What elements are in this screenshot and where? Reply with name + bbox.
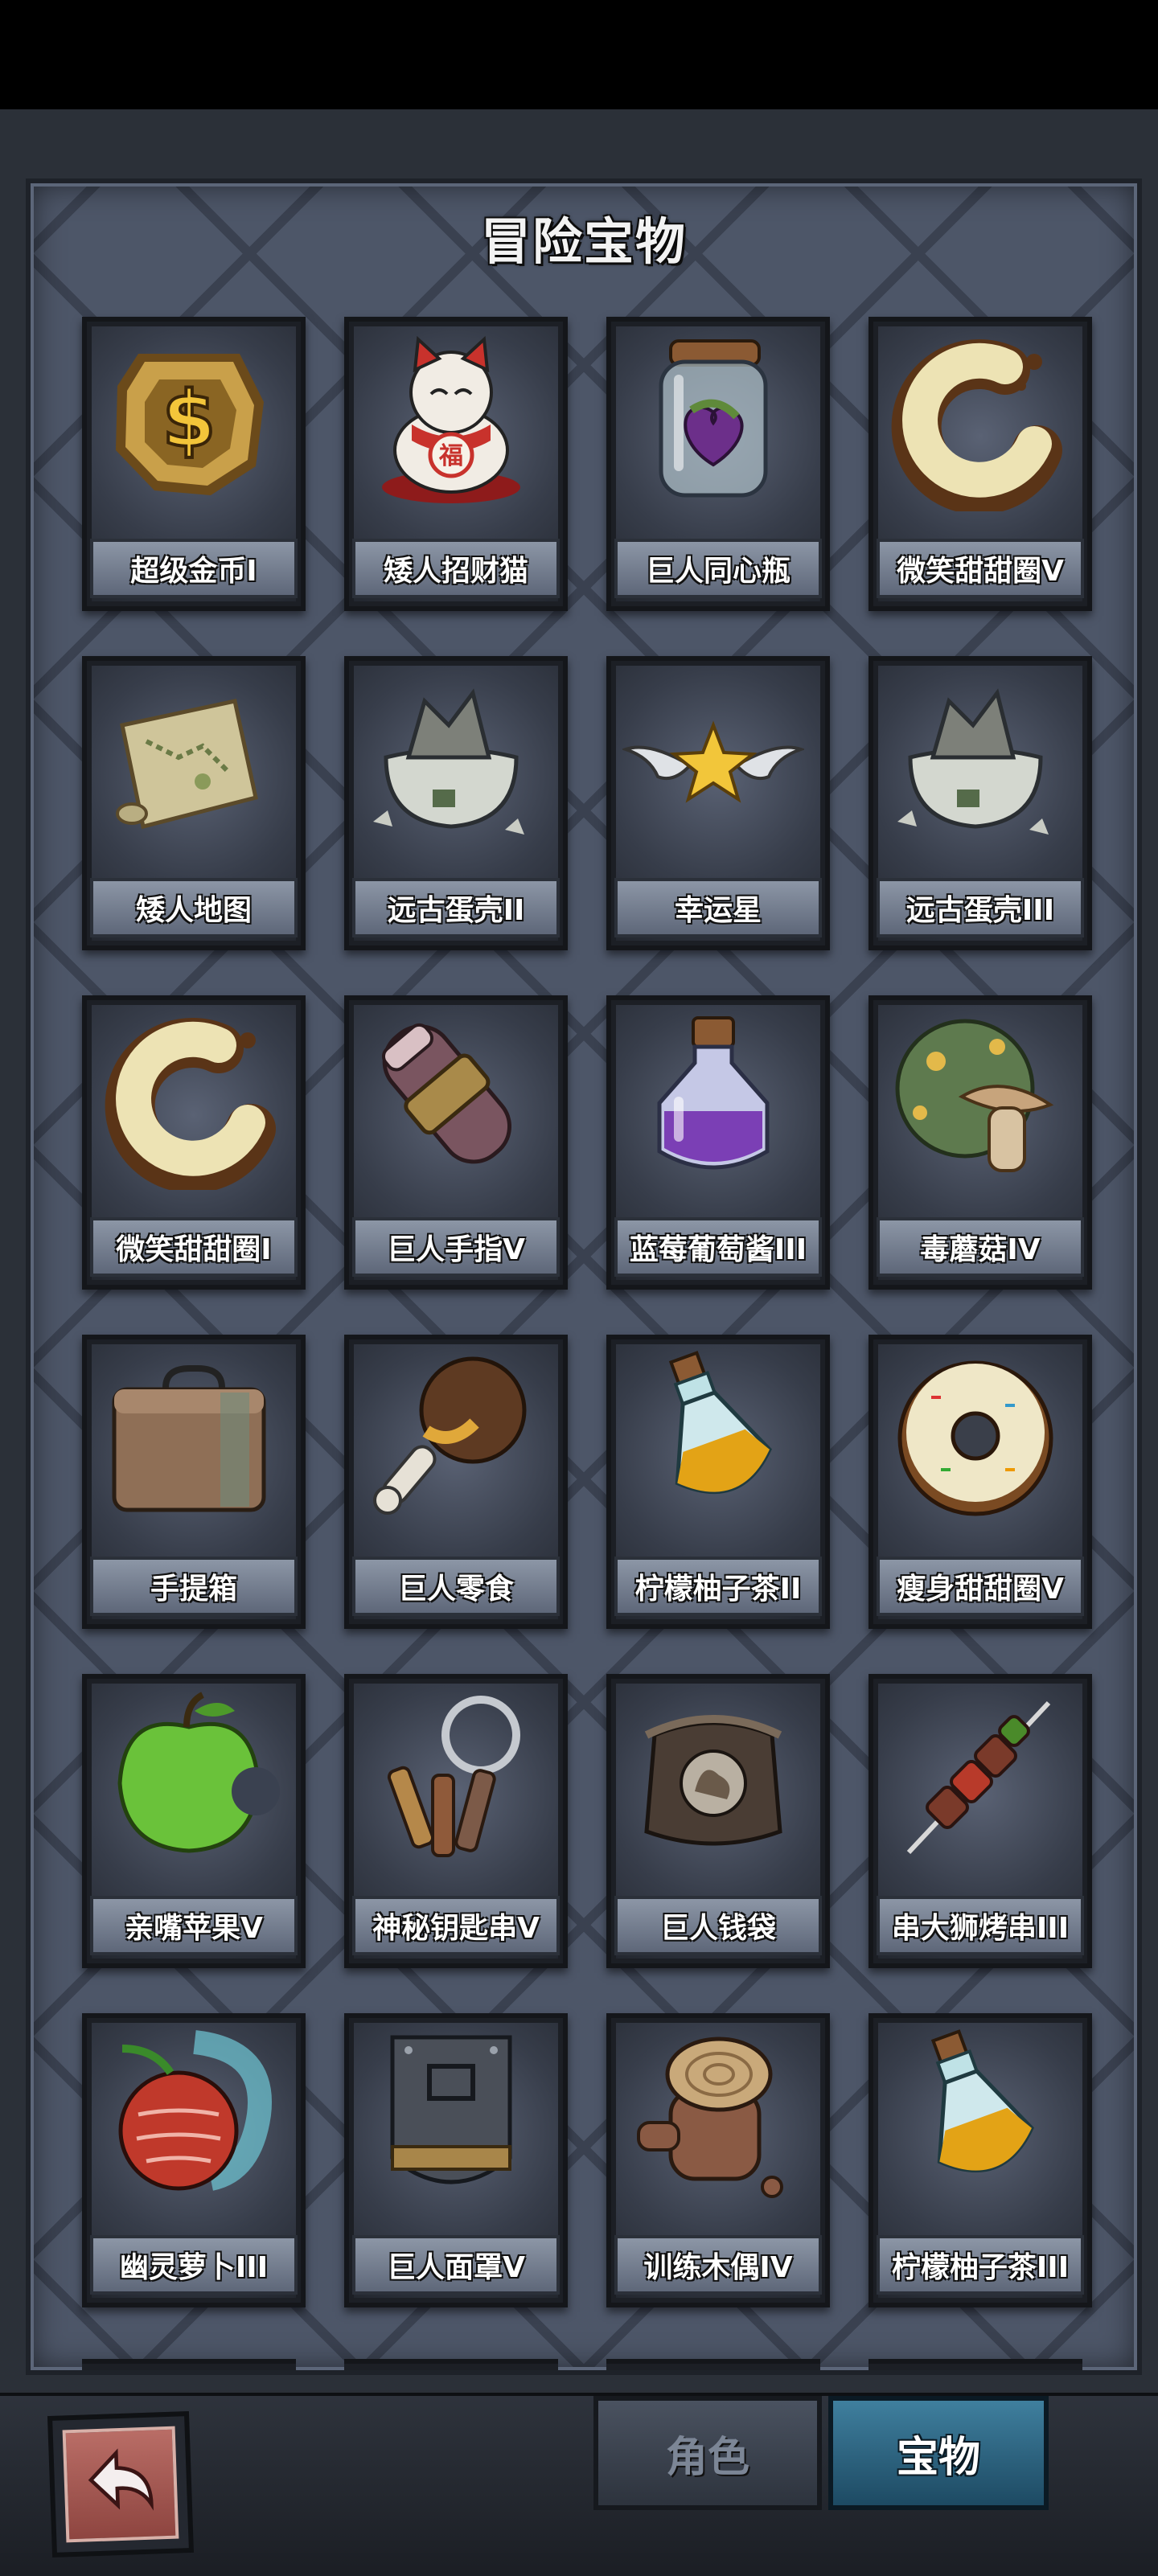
skewer-icon <box>906 1700 1051 1855</box>
item-label: 巨人零食 <box>352 1557 560 1616</box>
item-label: 柠檬柚子茶III <box>877 2235 1084 2295</box>
item-label: 手提箱 <box>90 1557 298 1616</box>
next-row-card <box>868 2359 1082 2370</box>
treasure-card[interactable]: 微笑甜甜圈V <box>868 317 1092 611</box>
treasure-card[interactable]: 巨人面罩V <box>344 2013 568 2307</box>
status-bar-area <box>0 0 1158 109</box>
item-label: 微笑甜甜圈I <box>90 1217 298 1277</box>
treasure-card[interactable]: $ 超级金币I <box>82 317 306 611</box>
item-label: 远古蛋壳II <box>352 878 560 937</box>
back-button[interactable] <box>47 2410 195 2558</box>
treasure-card[interactable]: 瘦身甜甜圈V <box>868 1335 1092 1629</box>
page-title: 冒险宝物 <box>480 212 687 271</box>
money-bag-icon <box>644 1715 782 1846</box>
item-label: 巨人钱袋 <box>614 1896 822 1955</box>
smile-donut-icon <box>105 1018 276 1190</box>
svg-text:$: $ <box>162 375 216 465</box>
gold-coin-icon: $ <box>116 354 264 495</box>
treasure-card[interactable]: 神秘钥匙串V <box>344 1674 568 1968</box>
item-label: 微笑甜甜圈V <box>877 539 1084 598</box>
heart-jar-icon <box>659 339 768 498</box>
lucky-cat-icon: 福 <box>382 335 520 503</box>
sprinkle-donut-icon <box>897 1360 1053 1516</box>
treasure-card[interactable]: 毒蘑菇IV <box>868 995 1092 1290</box>
back-arrow-icon <box>88 2448 154 2511</box>
next-row-card <box>344 2359 558 2370</box>
treasure-card[interactable]: 柠檬柚子茶III <box>868 2013 1092 2307</box>
treasure-card[interactable]: 微笑甜甜圈I <box>82 995 306 1290</box>
item-label: 幽灵萝卜III <box>90 2235 298 2295</box>
bitten-apple-icon <box>117 1692 280 1853</box>
treasure-card[interactable]: 柠檬柚子茶II <box>606 1335 830 1629</box>
treasure-card[interactable]: 远古蛋壳III <box>868 656 1092 950</box>
treasure-card[interactable]: 巨人手指V <box>344 995 568 1290</box>
treasure-card[interactable]: 亲嘴苹果V <box>82 1674 306 1968</box>
meat-bone-icon <box>373 1356 527 1515</box>
next-row-card <box>606 2359 820 2370</box>
item-label: 柠檬柚子茶II <box>614 1557 822 1616</box>
item-label: 巨人面罩V <box>352 2235 560 2295</box>
treasure-card[interactable]: 幸运星 <box>606 656 830 950</box>
item-label: 矮人地图 <box>90 878 298 937</box>
ghost-radish-icon <box>118 2030 272 2191</box>
treasure-card[interactable]: 巨人钱袋 <box>606 1674 830 1968</box>
tab-role[interactable]: 角色 <box>593 2396 822 2510</box>
winged-star-icon <box>622 720 804 803</box>
next-row-card <box>82 2359 296 2370</box>
smile-donut-icon <box>891 339 1062 511</box>
treasure-card[interactable]: 串大狮烤串III <box>868 1674 1092 1968</box>
item-label: 巨人同心瓶 <box>614 539 822 598</box>
item-label: 串大狮烤串III <box>877 1896 1084 1955</box>
item-label: 瘦身甜甜圈V <box>877 1557 1084 1616</box>
item-label: 远古蛋壳III <box>877 878 1084 937</box>
treasure-card[interactable]: 巨人零食 <box>344 1335 568 1629</box>
treasure-card[interactable]: 矮人地图 <box>82 656 306 950</box>
item-label: 矮人招财猫 <box>352 539 560 598</box>
item-label: 毒蘑菇IV <box>877 1217 1084 1277</box>
treasure-card[interactable]: 训练木偶IV <box>606 2013 830 2307</box>
item-label: 神秘钥匙串V <box>352 1896 560 1955</box>
giant-mask-icon <box>390 2035 512 2184</box>
treasure-panel[interactable]: 冒险宝物 $ 超级金币I 福 矮人招财猫 巨人同心瓶 微笑甜甜圈V 矮人地图 远… <box>26 178 1142 2375</box>
treasure-card[interactable]: 手提箱 <box>82 1335 306 1629</box>
tab-treasure[interactable]: 宝物 <box>828 2396 1049 2510</box>
item-label: 超级金币I <box>90 539 298 598</box>
giant-finger-icon <box>381 1023 512 1164</box>
treasure-card[interactable]: 福 矮人招财猫 <box>344 317 568 611</box>
item-label: 训练木偶IV <box>614 2235 822 2295</box>
treasure-card[interactable]: 远古蛋壳II <box>344 656 568 950</box>
training-dummy-icon <box>637 2037 783 2198</box>
eggshell-icon <box>897 688 1049 835</box>
item-label: 亲嘴苹果V <box>90 1896 298 1955</box>
key-ring-icon <box>387 1696 520 1857</box>
treasure-card[interactable]: 幽灵萝卜III <box>82 2013 306 2307</box>
map-scroll-icon <box>116 699 258 830</box>
item-label: 蓝莓葡萄酱III <box>614 1217 822 1277</box>
tea-bottle-icon <box>668 1351 772 1495</box>
suitcase-icon <box>112 1365 266 1512</box>
treasure-card[interactable]: 蓝莓葡萄酱III <box>606 995 830 1290</box>
jam-bottle-icon <box>657 1016 770 1170</box>
tea-bottle-icon <box>930 2029 1034 2173</box>
poison-mushroom-icon <box>895 1019 1054 1172</box>
svg-text:福: 福 <box>438 442 463 470</box>
item-label: 巨人手指V <box>352 1217 560 1277</box>
treasure-card[interactable]: 巨人同心瓶 <box>606 317 830 611</box>
eggshell-icon <box>373 688 524 835</box>
item-label: 幸运星 <box>614 878 822 937</box>
